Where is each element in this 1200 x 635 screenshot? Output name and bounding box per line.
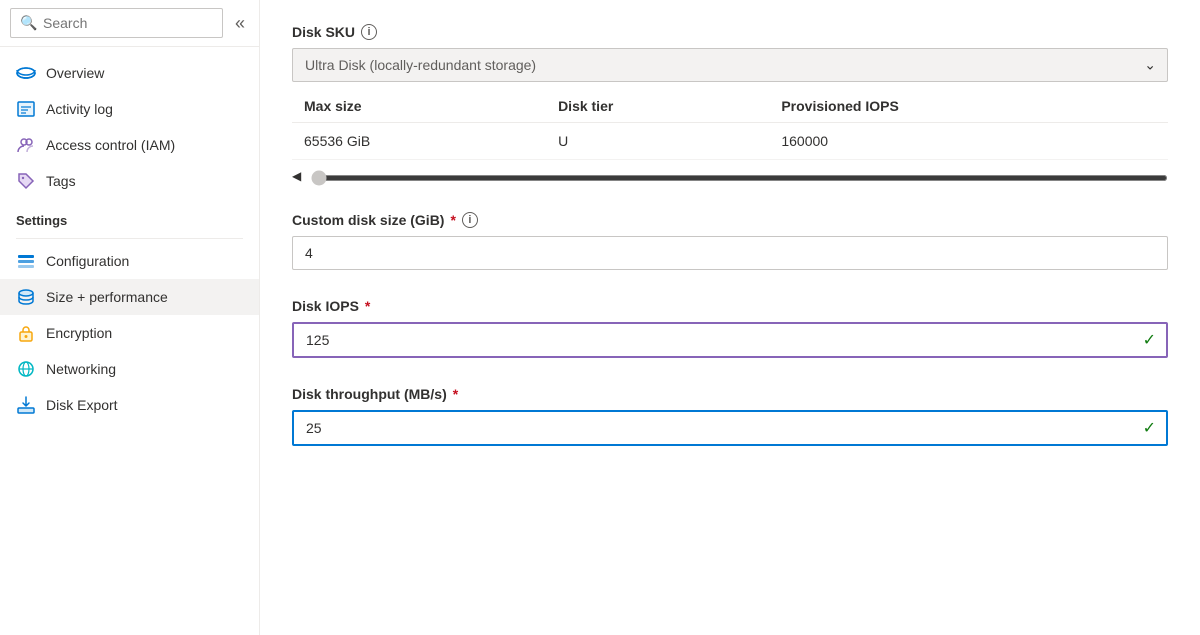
col-disk-tier: Disk tier [546, 90, 769, 123]
disk-iops-input-wrapper: ✓ [292, 322, 1168, 358]
disk-iops-section: Disk IOPS * ✓ [292, 298, 1168, 358]
search-icon: 🔍 [20, 15, 37, 32]
disk-size-slider[interactable] [311, 175, 1168, 181]
slider-left-arrow-icon[interactable]: ◀ [292, 169, 301, 183]
networking-label: Networking [46, 361, 116, 377]
settings-section-label: Settings [0, 199, 259, 234]
sidebar-item-networking[interactable]: Networking [0, 351, 259, 387]
sidebar-item-encryption[interactable]: Encryption [0, 315, 259, 351]
sidebar-item-access-control[interactable]: Access control (IAM) [0, 127, 259, 163]
disk-sku-info-icon[interactable]: i [361, 24, 377, 40]
disk-sku-select[interactable]: Ultra Disk (locally-redundant storage) P… [292, 48, 1168, 82]
sidebar-item-configuration[interactable]: Configuration [0, 243, 259, 279]
sidebar-item-tags[interactable]: Tags [0, 163, 259, 199]
collapse-button[interactable]: « [231, 9, 249, 38]
table-row: 65536 GiB U 160000 [292, 123, 1168, 160]
col-provisioned-iops: Provisioned IOPS [769, 90, 1168, 123]
disk-iops-check-icon: ✓ [1143, 330, 1156, 350]
configuration-icon [16, 251, 36, 271]
encryption-label: Encryption [46, 325, 112, 341]
disk-sku-section: Disk SKU i Ultra Disk (locally-redundant… [292, 24, 1168, 184]
disk-iops-input[interactable] [292, 322, 1168, 358]
custom-disk-size-required: * [450, 212, 455, 228]
disk-throughput-input[interactable] [292, 410, 1168, 446]
size-performance-label: Size + performance [46, 289, 168, 305]
disk-throughput-check-icon: ✓ [1143, 418, 1156, 438]
disk-size-slider-row: ◀ [292, 160, 1168, 184]
sidebar-item-disk-export[interactable]: Disk Export [0, 387, 259, 423]
custom-disk-size-info-icon[interactable]: i [462, 212, 478, 228]
overview-label: Overview [46, 65, 104, 81]
disk-sku-label: Disk SKU i [292, 24, 1168, 40]
col-max-size: Max size [292, 90, 546, 123]
search-bar: 🔍 « [0, 0, 259, 47]
encryption-icon [16, 323, 36, 343]
overview-icon [16, 63, 36, 83]
disk-throughput-required: * [453, 386, 458, 402]
disk-throughput-section: Disk throughput (MB/s) * ✓ [292, 386, 1168, 446]
disk-export-icon [16, 395, 36, 415]
access-control-label: Access control (IAM) [46, 137, 175, 153]
configuration-label: Configuration [46, 253, 129, 269]
custom-disk-size-section: Custom disk size (GiB) * i [292, 212, 1168, 270]
custom-disk-size-label: Custom disk size (GiB) * i [292, 212, 1168, 228]
slider-container: ◀ [292, 168, 1168, 184]
sidebar-item-overview[interactable]: Overview [0, 55, 259, 91]
sidebar-item-activity-log[interactable]: Activity log [0, 91, 259, 127]
sidebar-item-size-performance[interactable]: Size + performance [0, 279, 259, 315]
access-control-icon [16, 135, 36, 155]
disk-iops-label: Disk IOPS * [292, 298, 1168, 314]
networking-icon [16, 359, 36, 379]
disk-throughput-input-wrapper: ✓ [292, 410, 1168, 446]
settings-divider [16, 238, 243, 239]
cell-provisioned-iops: 160000 [769, 123, 1168, 160]
cell-max-size: 65536 GiB [292, 123, 546, 160]
search-input[interactable] [10, 8, 223, 38]
tags-label: Tags [46, 173, 76, 189]
disk-iops-required: * [365, 298, 370, 314]
custom-disk-size-input[interactable] [292, 236, 1168, 270]
sidebar: 🔍 « Overview [0, 0, 260, 635]
disk-table: Max size Disk tier Provisioned IOPS 6553… [292, 90, 1168, 160]
disk-sku-dropdown-wrapper: Ultra Disk (locally-redundant storage) P… [292, 48, 1168, 82]
nav-items: Overview Activity log [0, 47, 259, 635]
cell-disk-tier: U [546, 123, 769, 160]
main-content: Disk SKU i Ultra Disk (locally-redundant… [260, 0, 1200, 635]
tags-icon [16, 171, 36, 191]
activity-log-label: Activity log [46, 101, 113, 117]
disk-throughput-label: Disk throughput (MB/s) * [292, 386, 1168, 402]
size-performance-icon [16, 287, 36, 307]
disk-export-label: Disk Export [46, 397, 118, 413]
activity-log-icon [16, 99, 36, 119]
